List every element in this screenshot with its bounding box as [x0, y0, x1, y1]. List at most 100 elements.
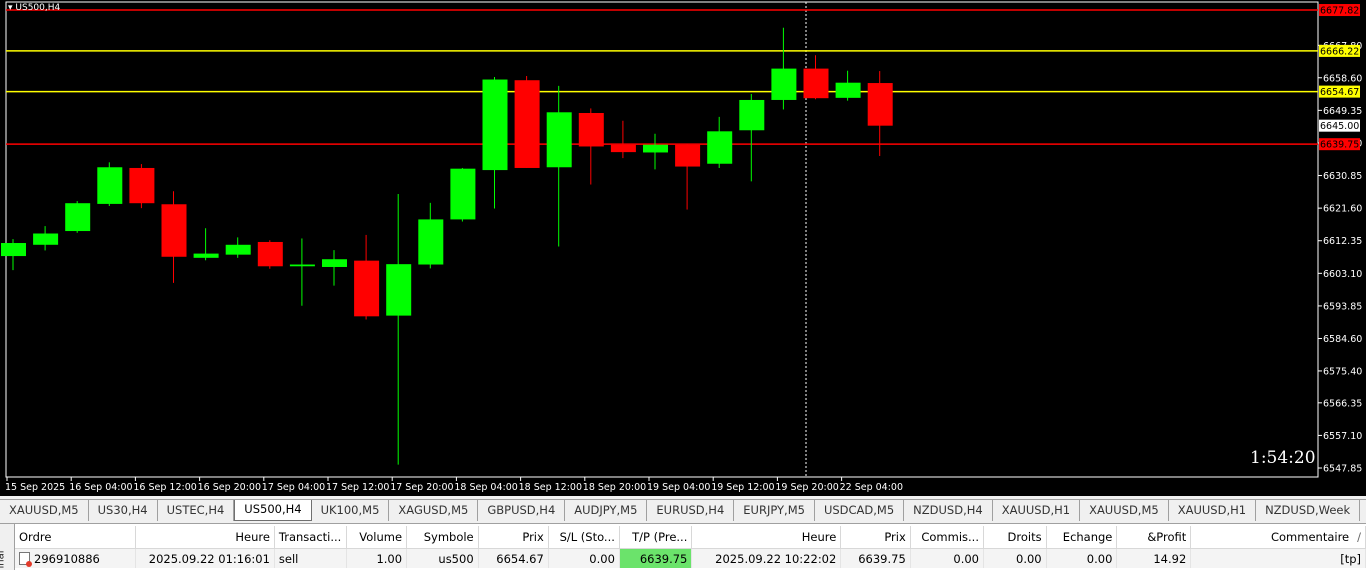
current-price-label: 6645.00	[1320, 121, 1359, 132]
chart-tab[interactable]: EURUSD,H4	[647, 500, 735, 521]
x-tick-label: 15 Sep 2025	[5, 482, 65, 493]
terminal-side-label: inal	[0, 550, 7, 569]
chart-tab[interactable]: XAUUSD,H1	[993, 500, 1081, 521]
chart-tab[interactable]: AUDJPY,M5	[565, 500, 648, 521]
history-table: Ordre Heure Transacti... Volume Symbole Prix S…	[15, 526, 1366, 568]
column-header[interactable]: Volume	[346, 526, 408, 549]
chart-tab[interactable]: XAUUSD,H1	[1169, 500, 1257, 521]
column-header[interactable]: Prix	[840, 526, 911, 549]
y-tick-label: 6566.35	[1323, 398, 1362, 409]
chart-tab[interactable]: EURJPY,M5	[734, 500, 815, 521]
candle-bull	[289, 264, 315, 267]
column-header[interactable]: Heure	[691, 526, 842, 549]
candle-bear	[514, 80, 540, 168]
bar-countdown-timer: 1:54:20	[1250, 448, 1316, 468]
price-level-label: 6666.22	[1320, 46, 1359, 57]
y-tick-label: 6584.60	[1323, 334, 1362, 345]
chart-tab[interactable]: UK100,M5	[312, 500, 390, 521]
candle-bear	[354, 260, 380, 317]
y-tick-label: 6612.35	[1323, 236, 1362, 247]
chart-symbol-title: ▾ US500,H4	[8, 3, 60, 13]
chart-tab[interactable]: USTEC,H4	[158, 500, 235, 521]
table-cell: 6639.75	[619, 548, 693, 568]
order-doc-icon	[19, 551, 32, 567]
table-row[interactable]: 296910886 2025.09.22 01:16:01 sell 1.00 us50…	[15, 548, 1366, 568]
table-cell: 296910886	[15, 548, 136, 568]
candle-bull	[546, 112, 572, 168]
x-tick-label: 19 Sep 04:00	[647, 482, 710, 493]
x-tick-label: 18 Sep 12:00	[519, 482, 582, 493]
x-tick-label: 17 Sep 04:00	[262, 482, 325, 493]
x-tick-label: 19 Sep 20:00	[775, 482, 838, 493]
y-tick-label: 6575.40	[1323, 366, 1362, 377]
y-tick-label: 6603.10	[1323, 269, 1362, 280]
column-header[interactable]: Commentaire /	[1190, 526, 1366, 549]
x-tick-label: 16 Sep 12:00	[133, 482, 196, 493]
column-header[interactable]: Transacti...	[274, 526, 348, 549]
column-header[interactable]: Prix	[478, 526, 549, 549]
y-tick-label: 6630.85	[1323, 171, 1362, 182]
chart-tab[interactable]: XAUUSD,M5	[1080, 500, 1169, 521]
chart-tab[interactable]: XAUUSD,M5	[0, 500, 89, 521]
candle-bear	[257, 241, 283, 267]
x-tick-label: 17 Sep 20:00	[390, 482, 453, 493]
plot-frame	[5, 1, 1319, 478]
column-header[interactable]: Heure	[135, 526, 275, 549]
column-header[interactable]: Ordre	[15, 526, 136, 549]
candle-bull	[33, 233, 59, 245]
x-tick-label: 16 Sep 04:00	[69, 482, 132, 493]
chart-tab[interactable]: NZDUSD,Week	[1256, 500, 1361, 521]
candle-bear	[867, 83, 893, 126]
column-header[interactable]: Commis...	[910, 526, 984, 549]
candle-bull	[835, 82, 861, 98]
table-cell: 14.92	[1116, 548, 1192, 568]
table-cell: sell	[274, 548, 348, 568]
chart-tab-bar: XAUUSD,M5 US30,H4 USTEC,H4 US500,H4 UK100,M5…	[0, 499, 1366, 521]
chart-tab[interactable]: GBPUSD,H4	[478, 500, 566, 521]
candle-bull	[739, 99, 765, 131]
chart-tab[interactable]: XAGUSD,M5	[389, 500, 479, 521]
x-tick-label: 16 Sep 20:00	[198, 482, 261, 493]
x-tick-label: 22 Sep 04:00	[840, 482, 903, 493]
y-tick-label: 6621.60	[1323, 204, 1362, 215]
candle-bear	[675, 144, 701, 167]
candle-bull	[193, 253, 219, 258]
table-header-row: Ordre Heure Transacti... Volume Symbole Prix S…	[15, 526, 1366, 549]
chart-tab[interactable]: US30,H4	[89, 500, 158, 521]
column-header[interactable]: Droits	[983, 526, 1047, 549]
column-header[interactable]: Echange	[1046, 526, 1118, 549]
table-cell: 6639.75	[840, 548, 911, 568]
candle-bull	[97, 167, 123, 204]
price-level-label: 6639.75	[1320, 140, 1359, 151]
column-header[interactable]: &Profit	[1116, 526, 1192, 549]
candle-bull	[707, 131, 733, 164]
table-cell: [tp]	[1190, 548, 1366, 568]
terminal-side-tab[interactable]: inal	[0, 524, 15, 570]
column-header[interactable]: S/L (Sto...	[548, 526, 620, 549]
candle-bull	[322, 259, 347, 267]
table-cell: 0.00	[548, 548, 620, 568]
candle-bull	[450, 168, 476, 220]
chart-tab[interactable]: USDCAD,M5	[815, 500, 905, 521]
chart-tab[interactable]: NZDUSD,H4	[904, 500, 993, 521]
x-tick-label: 18 Sep 04:00	[454, 482, 517, 493]
x-tick-label: 18 Sep 20:00	[583, 482, 646, 493]
x-tick-label: 19 Sep 12:00	[711, 482, 774, 493]
chart-tab[interactable]: US500,H4	[234, 500, 312, 521]
y-tick-label: 6593.85	[1323, 301, 1362, 312]
table-cell: 0.00	[910, 548, 984, 568]
x-tick-label: 17 Sep 12:00	[326, 482, 389, 493]
table-cell: 0.00	[1046, 548, 1118, 568]
candlestick-chart[interactable]: 6667.806658.606649.356640.106630.856621.…	[0, 0, 1366, 496]
price-level-label: 6654.67	[1320, 87, 1359, 98]
candle-bull	[1, 243, 26, 257]
column-header[interactable]: Symbole	[406, 526, 479, 549]
table-cell: 6654.67	[478, 548, 549, 568]
candle-bull	[643, 144, 668, 153]
y-tick-label: 6658.60	[1323, 73, 1362, 84]
table-cell: 2025.09.22 01:16:01	[135, 548, 275, 568]
chart-area[interactable]: 6667.806658.606649.356640.106630.856621.…	[0, 0, 1366, 496]
column-header[interactable]: T/P (Pre...	[619, 526, 693, 549]
candle-bear	[578, 112, 604, 147]
chart-menu-icon[interactable]: ▾	[8, 3, 13, 13]
